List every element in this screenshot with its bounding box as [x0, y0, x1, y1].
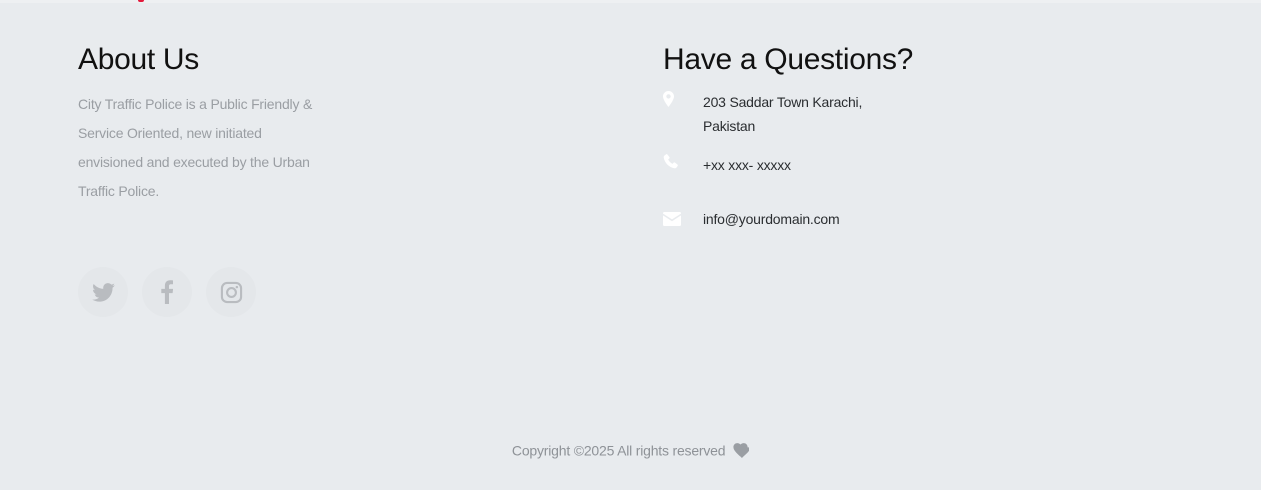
- map-marker-icon: [663, 90, 703, 107]
- social-links: [78, 267, 256, 317]
- contact-address: 203 Saddar Town Karachi, Pakistan: [663, 90, 993, 138]
- contact-list: 203 Saddar Town Karachi, Pakistan +xx xx…: [663, 90, 993, 231]
- twitter-icon: [91, 282, 115, 302]
- contact-title: Have a Questions?: [663, 43, 914, 76]
- about-section: About Us City Traffic Police is a Public…: [78, 40, 338, 206]
- email-text[interactable]: info@yourdomain.com: [703, 207, 873, 231]
- address-text: 203 Saddar Town Karachi, Pakistan: [703, 94, 863, 134]
- instagram-icon: [220, 281, 242, 303]
- copyright: Copyright ©2025 All rights reserved: [0, 441, 1261, 458]
- facebook-icon: [161, 280, 173, 304]
- contact-email[interactable]: info@yourdomain.com: [663, 207, 993, 231]
- about-title: About Us: [78, 43, 199, 76]
- about-text: City Traffic Police is a Public Friendly…: [78, 96, 313, 199]
- phone-icon: [663, 153, 703, 169]
- instagram-link[interactable]: [206, 267, 256, 317]
- contact-phone[interactable]: +xx xxx- xxxxx: [663, 153, 993, 177]
- phone-text[interactable]: +xx xxx- xxxxx: [703, 153, 873, 177]
- heart-icon: [733, 442, 750, 458]
- envelope-icon: [663, 207, 703, 226]
- facebook-link[interactable]: [142, 267, 192, 317]
- twitter-link[interactable]: [78, 267, 128, 317]
- copyright-text: Copyright ©2025 All rights reserved: [511, 442, 726, 459]
- contact-section: Have a Questions? 203 Saddar Town Karach…: [663, 40, 993, 231]
- top-border: [0, 0, 1261, 3]
